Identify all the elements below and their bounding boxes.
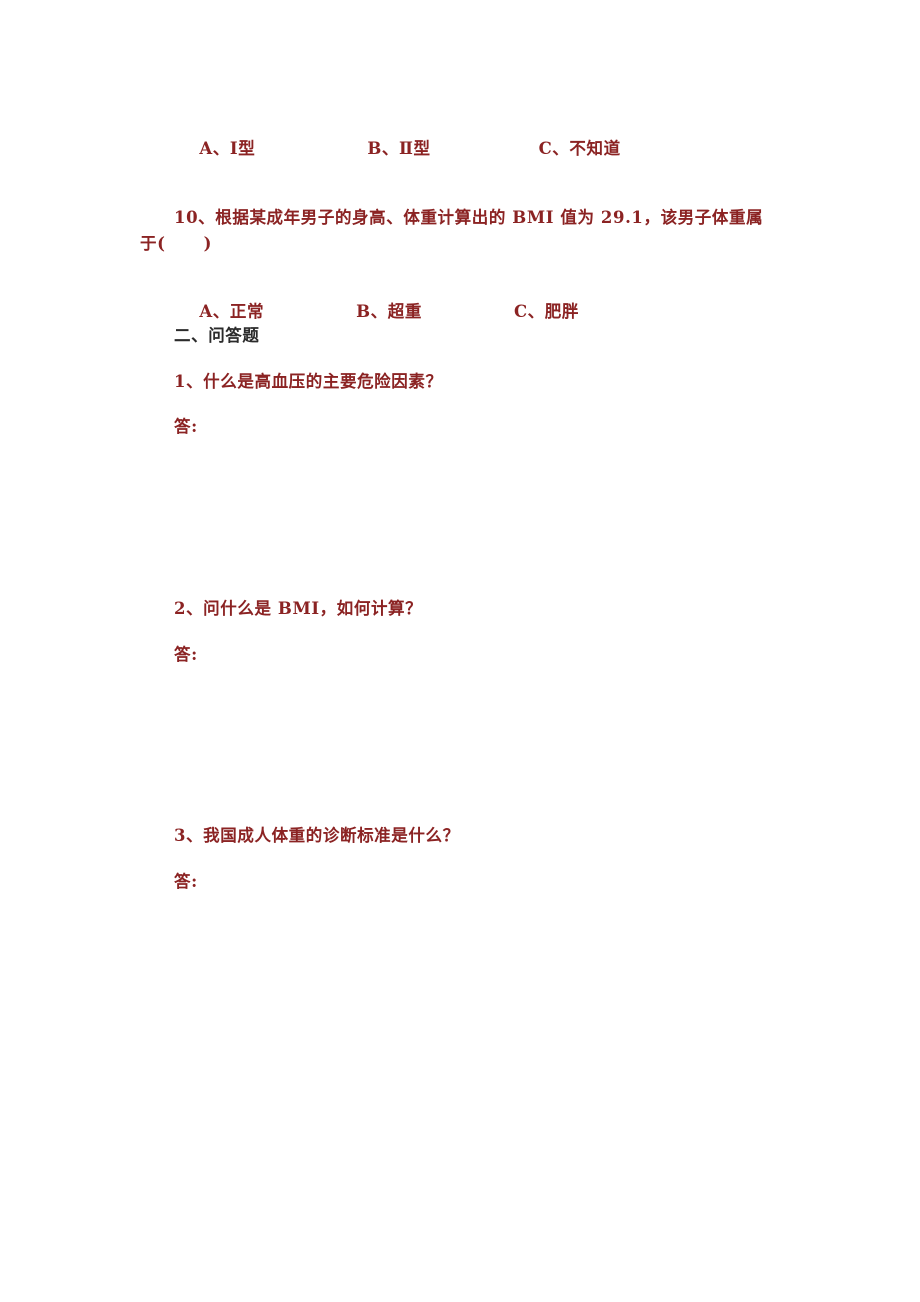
q10-option-a[interactable]: A、正常	[199, 302, 264, 321]
q9-options-row: A、Ⅰ型 B、Ⅱ型 C、不知道	[174, 110, 621, 188]
q9-option-b[interactable]: B、Ⅱ型	[367, 139, 430, 158]
q10-option-c[interactable]: C、肥胖	[514, 302, 579, 321]
essay-question-3: 3、我国成人体重的诊断标准是什么？	[174, 826, 460, 845]
q10-option-b[interactable]: B、超重	[356, 302, 422, 321]
document-page: A、Ⅰ型 B、Ⅱ型 C、不知道 10、根据某成年男子的身高、体重计算出的 BMI 值…	[0, 0, 920, 1302]
section-heading-essay: 二、问答题	[174, 326, 260, 345]
q9-option-a[interactable]: A、Ⅰ型	[199, 139, 255, 158]
q10-text-line2[interactable]: 于( )	[140, 231, 212, 257]
q10-text-line1: 10、根据某成年男子的身高、体重计算出的 BMI 值为 29.1，该男子体重属	[174, 208, 764, 227]
essay-answer-label-2: 答:	[174, 645, 198, 664]
essay-answer-area-3[interactable]	[174, 895, 794, 1275]
essay-answer-area-2[interactable]	[174, 668, 794, 808]
essay-question-1: 1、什么是高血压的主要危险因素？	[174, 372, 443, 391]
essay-answer-label-3: 答:	[174, 872, 198, 891]
essay-answer-area-1[interactable]	[174, 440, 794, 580]
essay-question-2: 2、问什么是 BMI，如何计算？	[174, 599, 423, 618]
essay-answer-label-1: 答:	[174, 417, 198, 436]
q9-option-c[interactable]: C、不知道	[539, 139, 621, 158]
